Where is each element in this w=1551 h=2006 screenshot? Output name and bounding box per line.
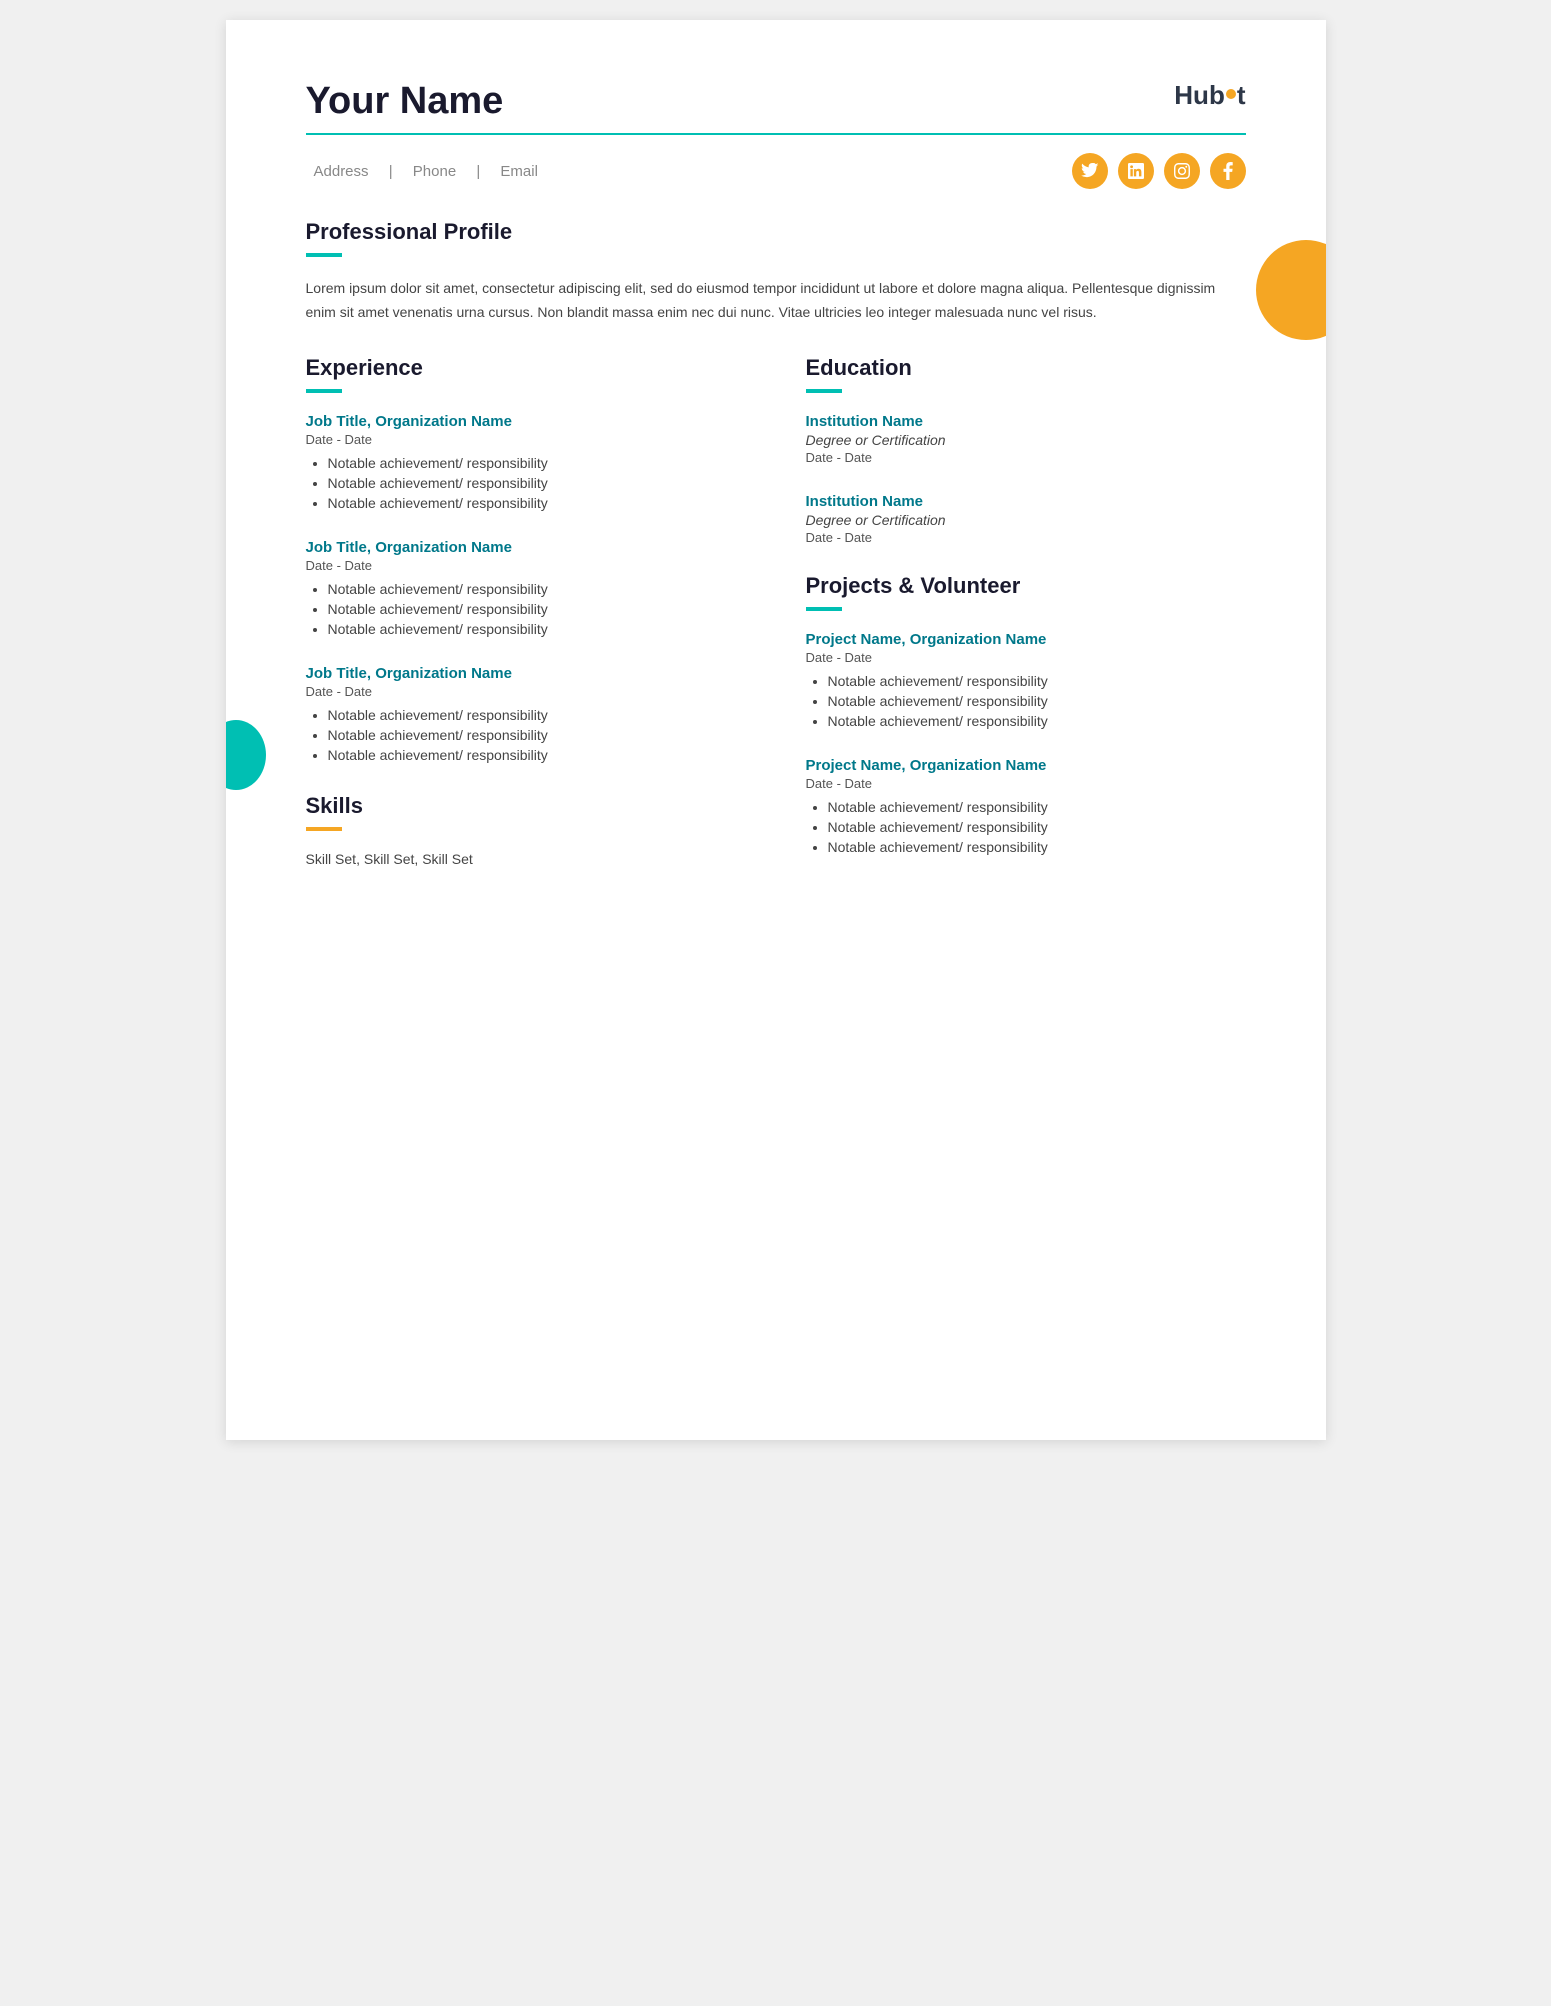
- edu-date-2: Date - Date: [806, 530, 1246, 545]
- proj-bullet-1-1: Notable achievement/ responsibility: [828, 673, 1246, 689]
- project-bullets-2: Notable achievement/ responsibility Nota…: [806, 799, 1246, 855]
- edu-degree-2: Degree or Certification: [806, 512, 1246, 528]
- job-bullet-2-2: Notable achievement/ responsibility: [328, 601, 746, 617]
- separator-2: |: [476, 163, 480, 180]
- skills-section: Skills Skill Set, Skill Set, Skill Set: [306, 793, 746, 867]
- facebook-icon[interactable]: [1210, 153, 1246, 189]
- job-title-1: Job Title, Organization Name: [306, 413, 746, 430]
- proj-bullet-1-3: Notable achievement/ responsibility: [828, 713, 1246, 729]
- linkedin-icon[interactable]: [1118, 153, 1154, 189]
- skills-underline: [306, 827, 342, 831]
- job-title-2: Job Title, Organization Name: [306, 539, 746, 556]
- proj-bullet-2-3: Notable achievement/ responsibility: [828, 839, 1246, 855]
- profile-section: Professional Profile Lorem ipsum dolor s…: [306, 219, 1246, 325]
- job-entry-2: Job Title, Organization Name Date - Date…: [306, 539, 746, 637]
- proj-bullet-2-1: Notable achievement/ responsibility: [828, 799, 1246, 815]
- job-bullet-3-1: Notable achievement/ responsibility: [328, 707, 746, 723]
- proj-bullet-2-2: Notable achievement/ responsibility: [828, 819, 1246, 835]
- profile-body: Lorem ipsum dolor sit amet, consectetur …: [306, 277, 1246, 325]
- edu-date-1: Date - Date: [806, 450, 1246, 465]
- resume-page: Your Name Hubt Address | Phone | Email: [226, 20, 1326, 1440]
- resume-name: Your Name: [306, 80, 504, 123]
- profile-underline: [306, 253, 342, 257]
- job-bullet-3-3: Notable achievement/ responsibility: [328, 747, 746, 763]
- project-entry-2: Project Name, Organization Name Date - D…: [806, 757, 1246, 855]
- instagram-icon[interactable]: [1164, 153, 1200, 189]
- project-bullets-1: Notable achievement/ responsibility Nota…: [806, 673, 1246, 729]
- contact-info: Address | Phone | Email: [306, 163, 546, 180]
- job-date-3: Date - Date: [306, 684, 746, 699]
- hubspot-dot: [1226, 89, 1236, 99]
- col-left: Experience Job Title, Organization Name …: [306, 355, 746, 883]
- social-icons: [1072, 153, 1246, 189]
- edu-entry-2: Institution Name Degree or Certification…: [806, 493, 1246, 545]
- edu-institution-2: Institution Name: [806, 493, 1246, 510]
- deco-circle-teal: [226, 720, 266, 790]
- job-date-2: Date - Date: [306, 558, 746, 573]
- profile-section-title: Professional Profile: [306, 219, 1246, 245]
- address-label: Address: [314, 163, 369, 180]
- email-label: Email: [500, 163, 538, 180]
- job-bullet-1-2: Notable achievement/ responsibility: [328, 475, 746, 491]
- project-date-1: Date - Date: [806, 650, 1246, 665]
- contact-row: Address | Phone | Email: [306, 153, 1246, 189]
- header: Your Name Hubt: [306, 80, 1246, 123]
- job-bullets-3: Notable achievement/ responsibility Nota…: [306, 707, 746, 763]
- edu-degree-1: Degree or Certification: [806, 432, 1246, 448]
- col-right: Education Institution Name Degree or Cer…: [806, 355, 1246, 883]
- job-entry-1: Job Title, Organization Name Date - Date…: [306, 413, 746, 511]
- education-underline: [806, 389, 842, 393]
- proj-bullet-1-2: Notable achievement/ responsibility: [828, 693, 1246, 709]
- experience-section-title: Experience: [306, 355, 746, 381]
- separator-1: |: [389, 163, 393, 180]
- job-bullet-1-3: Notable achievement/ responsibility: [328, 495, 746, 511]
- hubspot-logo: Hubt: [1174, 80, 1245, 111]
- deco-circle-yellow: [1256, 240, 1326, 340]
- job-bullets-2: Notable achievement/ responsibility Nota…: [306, 581, 746, 637]
- job-bullet-3-2: Notable achievement/ responsibility: [328, 727, 746, 743]
- project-entry-1: Project Name, Organization Name Date - D…: [806, 631, 1246, 729]
- job-title-3: Job Title, Organization Name: [306, 665, 746, 682]
- project-date-2: Date - Date: [806, 776, 1246, 791]
- job-bullet-2-1: Notable achievement/ responsibility: [328, 581, 746, 597]
- job-bullet-1-1: Notable achievement/ responsibility: [328, 455, 746, 471]
- education-section-title: Education: [806, 355, 1246, 381]
- phone-label: Phone: [413, 163, 456, 180]
- edu-institution-1: Institution Name: [806, 413, 1246, 430]
- projects-section-title: Projects & Volunteer: [806, 573, 1246, 599]
- skills-body: Skill Set, Skill Set, Skill Set: [306, 851, 746, 867]
- job-date-1: Date - Date: [306, 432, 746, 447]
- twitter-icon[interactable]: [1072, 153, 1108, 189]
- skills-section-title: Skills: [306, 793, 746, 819]
- job-bullet-2-3: Notable achievement/ responsibility: [328, 621, 746, 637]
- projects-section: Projects & Volunteer Project Name, Organ…: [806, 573, 1246, 855]
- two-col-layout: Experience Job Title, Organization Name …: [306, 355, 1246, 883]
- edu-entry-1: Institution Name Degree or Certification…: [806, 413, 1246, 465]
- project-title-2: Project Name, Organization Name: [806, 757, 1246, 774]
- projects-underline: [806, 607, 842, 611]
- project-title-1: Project Name, Organization Name: [806, 631, 1246, 648]
- experience-underline: [306, 389, 342, 393]
- job-bullets-1: Notable achievement/ responsibility Nota…: [306, 455, 746, 511]
- header-divider: [306, 133, 1246, 135]
- job-entry-3: Job Title, Organization Name Date - Date…: [306, 665, 746, 763]
